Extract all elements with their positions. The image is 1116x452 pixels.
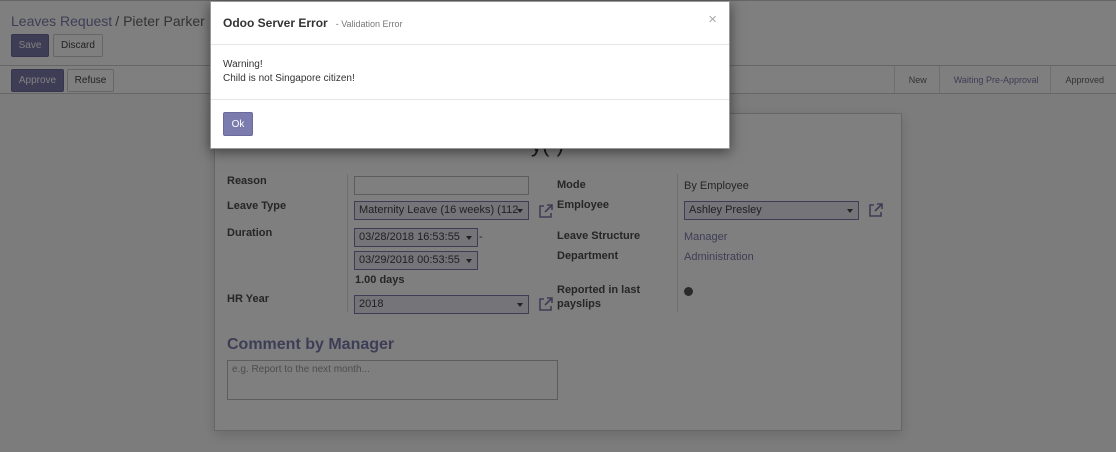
dialog-title: Odoo Server Error - Validation Error bbox=[223, 16, 403, 30]
error-dialog: Odoo Server Error - Validation Error × Wa… bbox=[210, 1, 730, 149]
ok-button[interactable]: Ok bbox=[223, 112, 253, 136]
dialog-message-warning: Warning! bbox=[223, 59, 263, 70]
dialog-body: Warning! Child is not Singapore citizen! bbox=[223, 58, 355, 86]
dialog-header: Odoo Server Error - Validation Error × bbox=[211, 2, 729, 45]
dialog-title-text: Odoo Server Error bbox=[223, 16, 328, 30]
dialog-message-detail: Child is not Singapore citizen! bbox=[223, 73, 355, 84]
close-icon[interactable]: × bbox=[708, 12, 717, 27]
dialog-subtitle: - Validation Error bbox=[335, 19, 403, 29]
dialog-footer: Ok bbox=[211, 99, 729, 148]
